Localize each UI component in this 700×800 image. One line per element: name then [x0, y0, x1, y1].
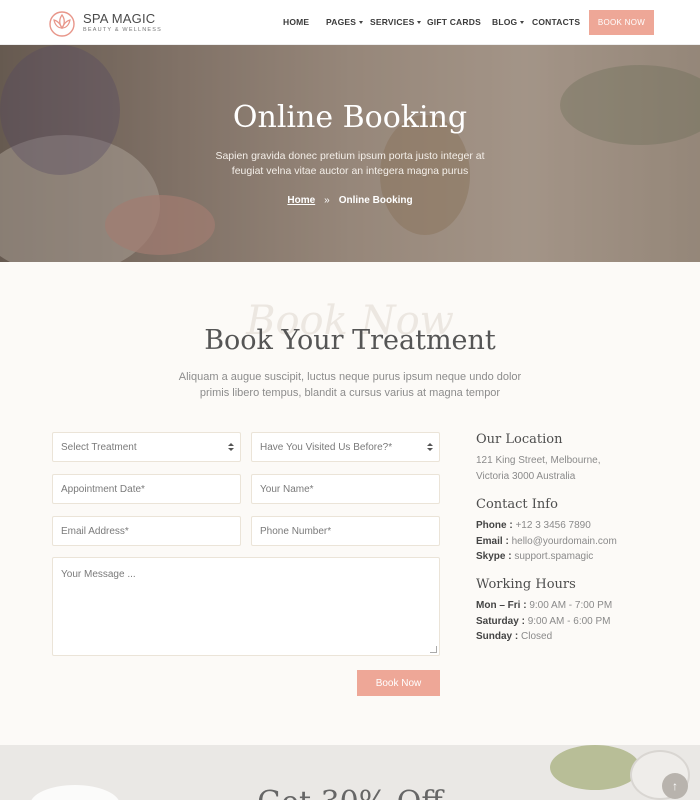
- nav-label: HOME: [283, 17, 310, 27]
- address-line-1: 121 King Street, Melbourne,: [476, 455, 601, 466]
- breadcrumb-home-link[interactable]: Home: [287, 195, 315, 206]
- book-now-submit-button[interactable]: Book Now: [357, 670, 440, 696]
- nav-item-pages[interactable]: PAGES: [326, 17, 364, 27]
- skype-label: Skype :: [476, 551, 512, 562]
- nav-item-services[interactable]: SERVICES: [370, 17, 422, 27]
- hours-heading: Working Hours: [476, 577, 576, 592]
- hero-banner: Online Booking Sapien gravida donec pret…: [0, 45, 700, 262]
- select-arrows-icon: [228, 443, 234, 451]
- name-input[interactable]: Your Name*: [251, 474, 440, 504]
- promo-decoration: [550, 745, 640, 790]
- nav-item-gift-cards[interactable]: GIFT CARDS: [427, 17, 481, 27]
- promo-banner: Get 30% Off: [0, 745, 700, 800]
- select-value: Have You Visited Us Before?*: [260, 441, 393, 453]
- address-line-2: Victoria 3000 Australia: [476, 471, 576, 482]
- promo-title: Get 30% Off: [0, 785, 700, 800]
- nav-item-blog[interactable]: BLOG: [492, 17, 525, 27]
- input-placeholder: Email Address*: [61, 525, 129, 537]
- resize-handle-icon[interactable]: [430, 646, 437, 653]
- visited-before-select[interactable]: Have You Visited Us Before?*: [251, 432, 440, 462]
- email-input[interactable]: Email Address*: [52, 516, 241, 546]
- hero-title: Online Booking: [232, 100, 468, 135]
- phone-value[interactable]: +12 3 3456 7890: [515, 520, 590, 531]
- lotus-icon: [49, 11, 75, 37]
- contact-email: Email : hello@yourdomain.com: [476, 536, 617, 547]
- input-placeholder: Phone Number*: [260, 525, 332, 537]
- arrow-up-icon: ↑: [672, 779, 678, 793]
- back-to-top-button[interactable]: ↑: [662, 773, 688, 799]
- location-heading: Our Location: [476, 432, 563, 447]
- email-value[interactable]: hello@yourdomain.com: [512, 536, 617, 547]
- nav-label: CONTACTS: [532, 17, 581, 27]
- brand-name: SPA MAGIC: [83, 11, 156, 27]
- contact-skype: Skype : support.spamagic: [476, 551, 593, 562]
- hours-weekday: Mon – Fri : 9:00 AM - 7:00 PM: [476, 600, 612, 611]
- hours-saturday: Saturday : 9:00 AM - 6:00 PM: [476, 616, 611, 627]
- weekday-label: Mon – Fri :: [476, 600, 527, 611]
- nav-item-contacts[interactable]: CONTACTS: [532, 17, 580, 27]
- phone-input[interactable]: Phone Number*: [251, 516, 440, 546]
- skype-value[interactable]: support.spamagic: [514, 551, 593, 562]
- breadcrumb: Home » Online Booking: [0, 195, 700, 206]
- section-subtitle: Aliquam a augue suscipit, luctus neque p…: [178, 371, 522, 399]
- sunday-label: Sunday :: [476, 631, 519, 642]
- email-label: Email :: [476, 536, 509, 547]
- hours-sunday: Sunday : Closed: [476, 631, 552, 642]
- weekday-value: 9:00 AM - 7:00 PM: [529, 600, 613, 611]
- saturday-label: Saturday :: [476, 616, 525, 627]
- nav-label: GIFT CARDS: [427, 17, 481, 27]
- message-textarea[interactable]: Your Message ...: [52, 557, 440, 656]
- select-arrows-icon: [427, 443, 433, 451]
- book-now-button[interactable]: BOOK NOW: [589, 10, 654, 35]
- treatment-select[interactable]: Select Treatment: [52, 432, 241, 462]
- nav-item-home[interactable]: HOME: [283, 17, 309, 27]
- caret-down-icon: [417, 21, 422, 25]
- textarea-placeholder: Your Message ...: [61, 569, 136, 580]
- contact-heading: Contact Info: [476, 497, 558, 512]
- hero-subtitle: Sapien gravida donec pretium ipsum porta…: [215, 150, 485, 177]
- nav-label: PAGES: [326, 17, 357, 27]
- site-header: SPA MAGIC BEAUTY & WELLNESS HOME PAGES S…: [0, 0, 700, 45]
- input-placeholder: Your Name*: [260, 483, 314, 495]
- breadcrumb-separator: »: [324, 195, 330, 206]
- sunday-value: Closed: [521, 631, 553, 642]
- nav-label: SERVICES: [370, 17, 415, 27]
- section-title: Book Your Treatment: [204, 325, 496, 356]
- saturday-value: 9:00 AM - 6:00 PM: [527, 616, 611, 627]
- brand-tagline: BEAUTY & WELLNESS: [83, 27, 162, 34]
- logo[interactable]: SPA MAGIC BEAUTY & WELLNESS: [47, 9, 162, 37]
- caret-down-icon: [359, 21, 364, 25]
- contact-phone: Phone : +12 3 3456 7890: [476, 520, 591, 531]
- appointment-date-input[interactable]: Appointment Date*: [52, 474, 241, 504]
- nav-label: BLOG: [492, 17, 518, 27]
- phone-label: Phone :: [476, 520, 513, 531]
- input-placeholder: Appointment Date*: [61, 483, 145, 495]
- select-value: Select Treatment: [61, 441, 137, 453]
- breadcrumb-current: Online Booking: [338, 195, 413, 206]
- caret-down-icon: [520, 21, 525, 25]
